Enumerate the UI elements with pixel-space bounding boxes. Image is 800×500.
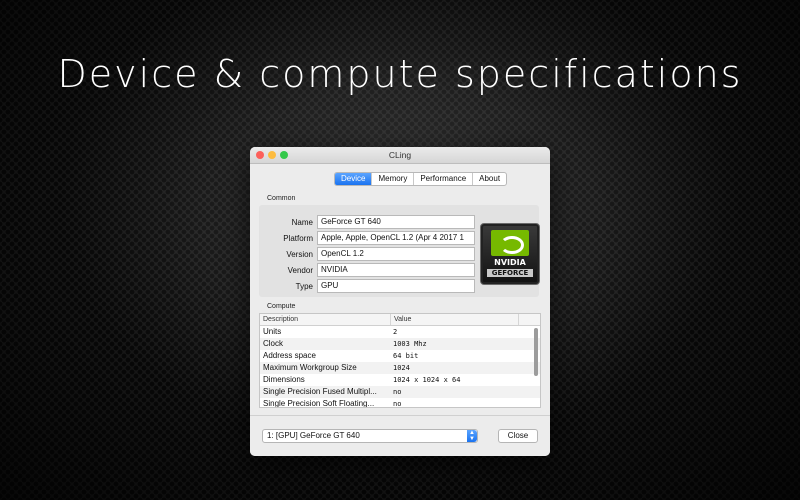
table-header: Description Value <box>260 314 540 326</box>
table-row[interactable]: Dimensions 1024 x 1024 x 64 <box>260 374 540 386</box>
row-description: Dimensions <box>263 375 305 384</box>
nvidia-brand-text: NVIDIA <box>494 258 526 267</box>
compute-section-label: Compute <box>267 303 296 310</box>
tab-performance[interactable]: Performance <box>414 173 474 185</box>
row-value: 2 <box>393 328 398 336</box>
table-body: Units 2 Clock 1003 Mhz Address space 64 … <box>260 326 540 408</box>
row-value: no <box>393 388 402 396</box>
name-row: Name GeForce GT 640 <box>259 215 475 229</box>
page-headline: Device & compute specifications <box>57 52 743 96</box>
row-value: 1003 Mhz <box>393 340 427 348</box>
table-row[interactable]: Single Precision Soft Floating... no <box>260 398 540 408</box>
table-row[interactable]: Address space 64 bit <box>260 350 540 362</box>
maximize-light-icon[interactable] <box>280 151 288 159</box>
vendor-label: Vendor <box>287 265 313 275</box>
table-row[interactable]: Single Precision Fused Multipl... no <box>260 386 540 398</box>
traffic-lights <box>256 151 288 159</box>
row-value: 1024 <box>393 364 410 372</box>
table-row[interactable]: Clock 1003 Mhz <box>260 338 540 350</box>
table-row[interactable]: Maximum Workgroup Size 1024 <box>260 362 540 374</box>
tab-memory[interactable]: Memory <box>372 173 415 185</box>
select-arrows-icon[interactable]: ▲ ▼ <box>467 430 477 442</box>
platform-label: Platform <box>283 233 313 243</box>
device-select[interactable]: 1: [GPU] GeForce GT 640 ▲ ▼ <box>262 429 478 443</box>
column-value[interactable]: Value <box>391 314 519 325</box>
version-label: Version <box>286 249 313 259</box>
compute-table[interactable]: Description Value Units 2 Clock 1003 Mhz… <box>259 313 541 408</box>
version-row: Version OpenCL 1.2 <box>259 247 475 261</box>
minimize-light-icon[interactable] <box>268 151 276 159</box>
table-row[interactable]: Units 2 <box>260 326 540 338</box>
tab-about[interactable]: About <box>473 173 506 185</box>
row-value: 1024 x 1024 x 64 <box>393 376 461 384</box>
geforce-brand-text: GEFORCE <box>487 269 533 277</box>
type-label: Type <box>295 281 313 291</box>
device-select-value: 1: [GPU] GeForce GT 640 <box>267 431 360 440</box>
vendor-field[interactable]: NVIDIA <box>317 263 475 277</box>
nvidia-logo-icon: NVIDIA GEFORCE <box>480 223 540 285</box>
common-section-label: Common <box>267 195 296 202</box>
row-description: Clock <box>263 339 284 348</box>
vendor-row: Vendor NVIDIA <box>259 263 475 277</box>
type-field[interactable]: GPU <box>317 279 475 293</box>
type-row: Type GPU <box>259 279 475 293</box>
name-label: Name <box>291 217 313 227</box>
nvidia-eye-icon <box>500 236 524 254</box>
cling-window: CLing Device Memory Performance About Co… <box>250 147 550 456</box>
name-field[interactable]: GeForce GT 640 <box>317 215 475 229</box>
row-description: Single Precision Soft Floating... <box>263 399 375 408</box>
row-value: 64 bit <box>393 352 419 360</box>
row-value: no <box>393 400 402 408</box>
tab-device[interactable]: Device <box>335 173 373 185</box>
row-description: Units <box>263 327 282 336</box>
nvidia-eye-mark <box>491 230 529 256</box>
version-field[interactable]: OpenCL 1.2 <box>317 247 475 261</box>
row-description: Address space <box>263 351 316 360</box>
close-button[interactable]: Close <box>498 429 538 443</box>
close-light-icon[interactable] <box>256 151 264 159</box>
bottom-bar: 1: [GPU] GeForce GT 640 ▲ ▼ Close <box>250 415 550 456</box>
column-description[interactable]: Description <box>260 314 391 325</box>
row-description: Single Precision Fused Multipl... <box>263 387 377 396</box>
common-panel: Name GeForce GT 640 Platform Apple, Appl… <box>259 205 540 297</box>
table-scrollbar[interactable] <box>534 328 538 376</box>
tab-bar: Device Memory Performance About <box>334 172 508 186</box>
row-description: Maximum Workgroup Size <box>263 363 357 372</box>
window-titlebar[interactable]: CLing <box>250 147 550 164</box>
platform-field[interactable]: Apple, Apple, OpenCL 1.2 (Apr 4 2017 1 <box>317 231 475 245</box>
platform-row: Platform Apple, Apple, OpenCL 1.2 (Apr 4… <box>259 231 475 245</box>
window-title: CLing <box>388 150 412 160</box>
